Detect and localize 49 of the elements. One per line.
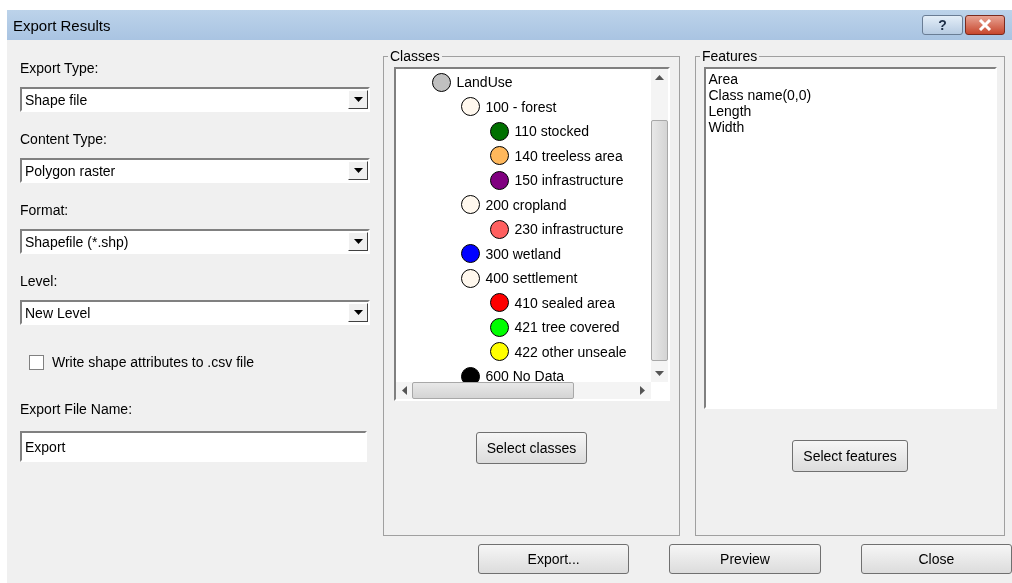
- help-button[interactable]: ?: [922, 15, 963, 35]
- tree-item[interactable]: 410 sealed area: [395, 290, 651, 315]
- caret-icon: [353, 239, 363, 244]
- feature-item[interactable]: Area: [708, 71, 739, 87]
- field-label: Level:: [20, 273, 59, 291]
- caret-icon: [353, 168, 363, 173]
- caret-icon: [353, 310, 363, 315]
- field-label: Format:: [20, 202, 70, 220]
- tree-item[interactable]: 140 treeless area: [395, 143, 651, 168]
- tree-item[interactable]: 300 wetland: [395, 241, 651, 266]
- close-button[interactable]: [965, 15, 1005, 35]
- scroll-right-icon: [639, 386, 645, 395]
- feature-item[interactable]: Width: [708, 119, 745, 135]
- dropdown[interactable]: Shapefile (*.shp): [20, 229, 370, 254]
- window-title: Export Results: [13, 16, 111, 34]
- field-label: Export Type:: [20, 60, 100, 78]
- caret-icon: [353, 97, 363, 102]
- scroll-down-icon: [654, 371, 664, 376]
- tree-item[interactable]: 421 tree covered: [395, 315, 651, 340]
- scroll-up-icon: [654, 75, 664, 80]
- tree-item[interactable]: 230 infrastructure: [395, 217, 651, 242]
- horizontal-scrollbar[interactable]: [395, 382, 651, 399]
- scroll-left-icon: [401, 386, 407, 395]
- checkbox-label: Write shape attributes to .csv file: [52, 354, 255, 370]
- group-title: Features: [701, 48, 759, 64]
- group-title: Classes: [389, 48, 441, 64]
- feature-item[interactable]: Class name(0,0): [708, 87, 812, 103]
- checkbox[interactable]: [29, 354, 44, 370]
- field-label: Export File Name:: [20, 401, 134, 419]
- tree-item[interactable]: LandUse: [395, 70, 651, 95]
- dropdown[interactable]: New Level: [20, 300, 370, 325]
- feature-item[interactable]: Length: [708, 103, 752, 119]
- close-icon: [978, 19, 992, 31]
- select-classes-button[interactable]: Select classes: [475, 432, 588, 464]
- tree-item[interactable]: 110 stocked: [395, 119, 651, 144]
- dropdown[interactable]: Shape file: [20, 87, 370, 112]
- tree-item[interactable]: 100 - forest: [395, 94, 651, 119]
- dialog-button[interactable]: Export...: [478, 544, 630, 574]
- tree-item[interactable]: 150 infrastructure: [395, 168, 651, 193]
- dialog-button[interactable]: Preview: [669, 544, 821, 574]
- select-features-button[interactable]: Select features: [792, 440, 908, 472]
- file-name-field[interactable]: Export: [20, 431, 367, 462]
- tree-item[interactable]: 422 other unseale: [395, 339, 651, 364]
- tree-item[interactable]: 200 cropland: [395, 192, 651, 217]
- vertical-scrollbar[interactable]: [650, 69, 668, 382]
- tree-item[interactable]: 400 settlement: [395, 266, 651, 291]
- dialog-button[interactable]: Close: [860, 544, 1012, 574]
- field-label: Content Type:: [20, 131, 108, 149]
- dropdown[interactable]: Polygon raster: [20, 158, 370, 183]
